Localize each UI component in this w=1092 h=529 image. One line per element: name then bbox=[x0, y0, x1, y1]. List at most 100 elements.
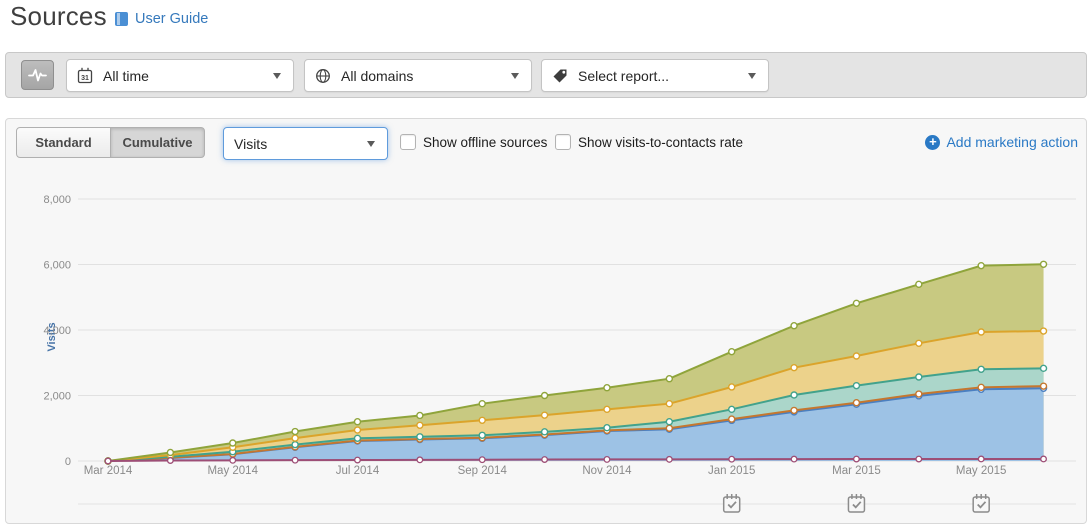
data-point-marker[interactable] bbox=[479, 457, 485, 463]
data-point-marker[interactable] bbox=[105, 458, 111, 464]
calendar-icon: 31 bbox=[77, 67, 93, 84]
data-point-marker[interactable] bbox=[542, 429, 548, 435]
visits-area-chart[interactable]: 02,0004,0006,0008,000Mar 2014May 2014Jul… bbox=[7, 166, 1087, 523]
data-point-marker[interactable] bbox=[853, 383, 859, 389]
pulse-icon bbox=[28, 67, 47, 83]
chevron-down-icon bbox=[273, 73, 281, 79]
data-point-marker[interactable] bbox=[1041, 383, 1047, 389]
data-point-marker[interactable] bbox=[729, 456, 735, 462]
data-point-marker[interactable] bbox=[916, 374, 922, 380]
data-point-marker[interactable] bbox=[978, 384, 984, 390]
y-axis-label: 4,000 bbox=[43, 325, 71, 337]
data-point-marker[interactable] bbox=[916, 340, 922, 346]
data-point-marker[interactable] bbox=[354, 427, 360, 433]
chevron-down-icon bbox=[511, 73, 519, 79]
marketing-action-calendar-icon[interactable] bbox=[848, 494, 864, 512]
metric-select-value: Visits bbox=[234, 136, 267, 152]
data-point-marker[interactable] bbox=[729, 384, 735, 390]
marketing-action-calendar-icon[interactable] bbox=[724, 494, 740, 512]
show-offline-sources-checkbox[interactable]: Show offline sources bbox=[400, 134, 547, 150]
data-point-marker[interactable] bbox=[354, 419, 360, 425]
data-point-marker[interactable] bbox=[853, 300, 859, 306]
data-point-marker[interactable] bbox=[667, 457, 673, 463]
data-point-marker[interactable] bbox=[978, 456, 984, 462]
standard-toggle-button[interactable]: Standard bbox=[16, 127, 111, 158]
data-point-marker[interactable] bbox=[417, 422, 423, 428]
data-point-marker[interactable] bbox=[167, 449, 173, 455]
x-axis-label: Nov 2014 bbox=[582, 465, 632, 477]
plus-icon: + bbox=[925, 135, 940, 150]
analytics-pulse-button[interactable] bbox=[21, 60, 54, 90]
report-filter-dropdown[interactable]: Select report... bbox=[541, 59, 769, 92]
data-point-marker[interactable] bbox=[853, 400, 859, 406]
data-point-marker[interactable] bbox=[292, 457, 298, 463]
data-point-marker[interactable] bbox=[666, 401, 672, 407]
data-point-marker[interactable] bbox=[729, 349, 735, 355]
data-point-marker[interactable] bbox=[916, 456, 922, 462]
data-point-marker[interactable] bbox=[230, 440, 236, 446]
data-point-marker[interactable] bbox=[791, 323, 797, 329]
data-point-marker[interactable] bbox=[1041, 328, 1047, 334]
data-point-marker[interactable] bbox=[791, 456, 797, 462]
x-axis-label: Mar 2015 bbox=[832, 465, 881, 477]
report-panel: Standard Cumulative Visits Show offline … bbox=[5, 118, 1087, 524]
show-visits-to-contacts-checkbox[interactable]: Show visits-to-contacts rate bbox=[555, 134, 743, 150]
y-axis-label: 8,000 bbox=[43, 194, 71, 206]
data-point-marker[interactable] bbox=[978, 329, 984, 335]
data-point-marker[interactable] bbox=[417, 457, 423, 463]
tag-icon bbox=[552, 68, 568, 84]
data-point-marker[interactable] bbox=[542, 457, 548, 463]
data-point-marker[interactable] bbox=[666, 376, 672, 382]
data-point-marker[interactable] bbox=[1041, 365, 1047, 371]
data-point-marker[interactable] bbox=[916, 281, 922, 287]
x-axis-label: May 2015 bbox=[956, 465, 1007, 477]
data-point-marker[interactable] bbox=[604, 406, 610, 412]
data-point-marker[interactable] bbox=[729, 406, 735, 412]
data-point-marker[interactable] bbox=[292, 435, 298, 441]
domain-filter-dropdown[interactable]: All domains bbox=[304, 59, 532, 92]
data-point-marker[interactable] bbox=[978, 366, 984, 372]
data-point-marker[interactable] bbox=[479, 401, 485, 407]
data-point-marker[interactable] bbox=[292, 429, 298, 435]
book-icon bbox=[115, 12, 128, 26]
add-marketing-action-link[interactable]: + Add marketing action bbox=[925, 134, 1078, 150]
data-point-marker[interactable] bbox=[791, 365, 797, 371]
add-marketing-action-label: Add marketing action bbox=[946, 134, 1078, 150]
data-point-marker[interactable] bbox=[854, 456, 860, 462]
marketing-action-calendar-icon[interactable] bbox=[973, 494, 989, 512]
x-axis-label: Sep 2014 bbox=[458, 465, 508, 477]
data-point-marker[interactable] bbox=[666, 419, 672, 425]
data-point-marker[interactable] bbox=[292, 442, 298, 448]
data-point-marker[interactable] bbox=[479, 432, 485, 438]
data-point-marker[interactable] bbox=[916, 391, 922, 397]
user-guide-link[interactable]: User Guide bbox=[115, 11, 208, 27]
data-point-marker[interactable] bbox=[666, 425, 672, 431]
metric-select-dropdown[interactable]: Visits bbox=[223, 127, 388, 160]
data-point-marker[interactable] bbox=[604, 425, 610, 431]
data-point-marker[interactable] bbox=[604, 457, 610, 463]
checkbox-label: Show visits-to-contacts rate bbox=[578, 135, 743, 150]
data-point-marker[interactable] bbox=[355, 457, 361, 463]
data-point-marker[interactable] bbox=[354, 435, 360, 441]
data-point-marker[interactable] bbox=[542, 393, 548, 399]
data-point-marker[interactable] bbox=[978, 263, 984, 269]
filter-bar: 31 All time All domains bbox=[5, 52, 1087, 98]
data-point-marker[interactable] bbox=[1041, 456, 1047, 462]
data-point-marker[interactable] bbox=[1041, 261, 1047, 267]
cumulative-toggle-button[interactable]: Cumulative bbox=[110, 127, 205, 158]
y-axis-label: 0 bbox=[65, 456, 71, 468]
data-point-marker[interactable] bbox=[168, 458, 174, 464]
data-point-marker[interactable] bbox=[604, 385, 610, 391]
data-point-marker[interactable] bbox=[791, 392, 797, 398]
x-axis-label: Jul 2014 bbox=[336, 465, 380, 477]
data-point-marker[interactable] bbox=[729, 416, 735, 422]
data-point-marker[interactable] bbox=[417, 412, 423, 418]
domain-filter-value: All domains bbox=[341, 68, 413, 84]
data-point-marker[interactable] bbox=[479, 417, 485, 423]
data-point-marker[interactable] bbox=[791, 407, 797, 413]
data-point-marker[interactable] bbox=[417, 434, 423, 440]
time-filter-dropdown[interactable]: 31 All time bbox=[66, 59, 294, 92]
data-point-marker[interactable] bbox=[230, 458, 236, 464]
data-point-marker[interactable] bbox=[542, 412, 548, 418]
data-point-marker[interactable] bbox=[853, 353, 859, 359]
